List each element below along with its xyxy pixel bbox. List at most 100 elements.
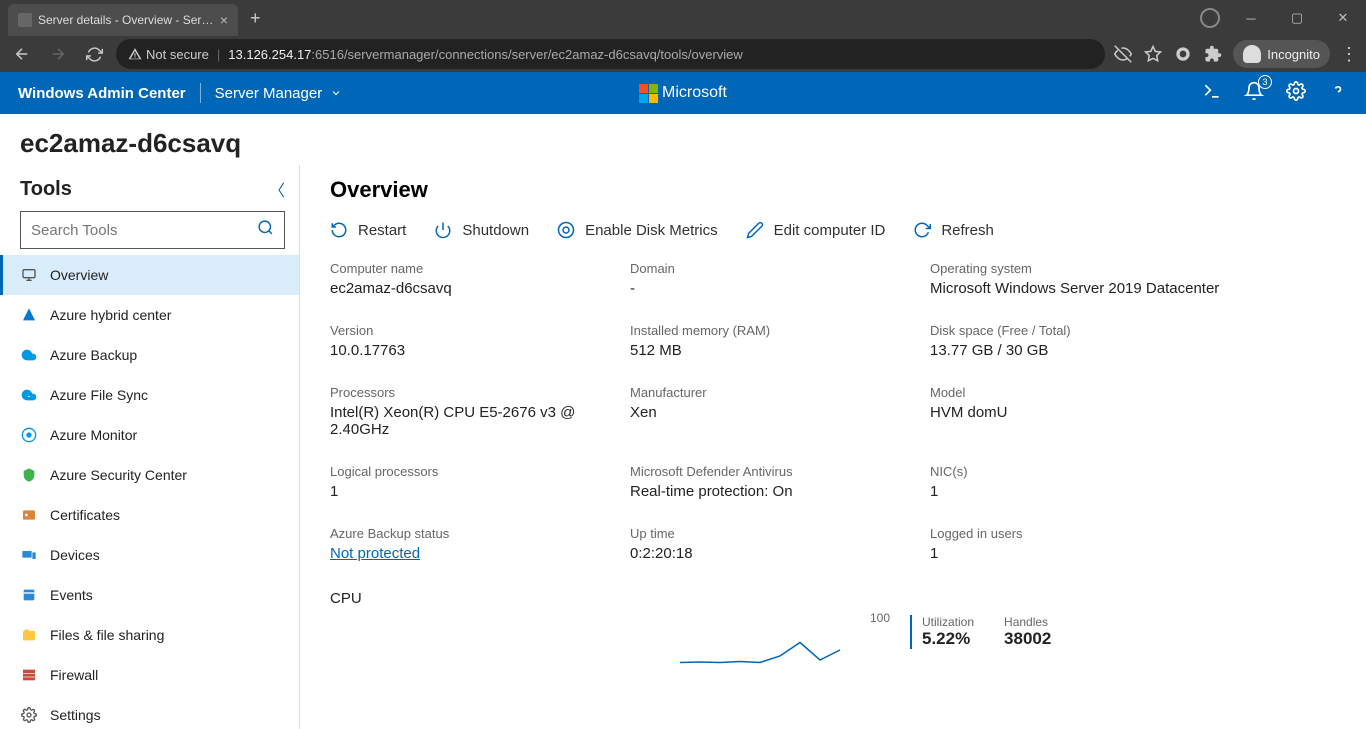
edit-icon xyxy=(746,221,764,239)
azure-backup-icon xyxy=(20,346,38,364)
powershell-button[interactable] xyxy=(1202,81,1222,105)
url-box[interactable]: Not secure | 13.126.254.17:6516/serverma… xyxy=(116,39,1105,69)
overview-icon xyxy=(20,266,38,284)
sidebar-item-events[interactable]: Events xyxy=(0,575,299,615)
info-value[interactable]: Not protected xyxy=(330,545,630,562)
refresh-button[interactable]: Refresh xyxy=(913,221,994,239)
search-tools-box[interactable] xyxy=(20,211,285,249)
help-button[interactable] xyxy=(1328,81,1348,105)
info-label: Azure Backup status xyxy=(330,526,630,541)
info-cell: ModelHVM domU xyxy=(930,385,1230,438)
sidebar-item-azure-backup[interactable]: Azure Backup xyxy=(0,335,299,375)
settings-button[interactable] xyxy=(1286,81,1306,105)
info-label: Logged in users xyxy=(930,526,1230,541)
browser-menu-button[interactable]: ⋮ xyxy=(1340,44,1358,65)
sidebar-item-devices[interactable]: Devices xyxy=(0,535,299,575)
notification-count: 3 xyxy=(1258,75,1272,89)
files-icon xyxy=(20,626,38,644)
info-cell: Logical processors1 xyxy=(330,464,630,500)
disk-metrics-icon xyxy=(557,221,575,239)
shutdown-button[interactable]: Shutdown xyxy=(434,221,529,239)
sidebar-item-overview[interactable]: Overview xyxy=(0,255,299,295)
main-content: Overview Restart Shutdown Enable Disk Me… xyxy=(300,165,1366,729)
info-value: HVM domU xyxy=(930,404,1230,421)
info-value: ec2amaz-d6csavq xyxy=(330,280,630,297)
sidebar-item-label: Overview xyxy=(50,267,108,283)
sidebar-item-label: Azure Monitor xyxy=(50,427,137,443)
address-bar: Not secure | 13.126.254.17:6516/serverma… xyxy=(0,36,1366,72)
not-secure-text: Not secure xyxy=(146,47,209,62)
sidebar-item-azure-hybrid[interactable]: Azure hybrid center xyxy=(0,295,299,335)
sidebar-item-label: Azure hybrid center xyxy=(50,307,171,323)
certificates-icon xyxy=(20,506,38,524)
info-value: Xen xyxy=(630,404,930,421)
browser-tab[interactable]: Server details - Overview - Serve × xyxy=(8,4,238,36)
info-cell: Installed memory (RAM) 512 MB xyxy=(630,323,930,359)
edit-computer-id-button[interactable]: Edit computer ID xyxy=(746,221,886,239)
not-secure-warning: Not secure xyxy=(128,47,209,62)
chevron-down-icon xyxy=(330,87,342,99)
info-value: 512 MB xyxy=(630,342,930,359)
warning-icon xyxy=(128,47,142,61)
tools-heading: Tools xyxy=(20,178,72,201)
settings-icon xyxy=(20,706,38,724)
cpu-chart: 100 xyxy=(330,615,890,665)
maximize-button[interactable]: ▢ xyxy=(1274,0,1320,36)
extension-s-icon[interactable] xyxy=(1173,44,1193,64)
eye-off-icon[interactable] xyxy=(1113,44,1133,64)
sidebar-item-azure-security[interactable]: Azure Security Center xyxy=(0,455,299,495)
search-tools-input[interactable] xyxy=(31,222,257,239)
info-value: Intel(R) Xeon(R) CPU E5-2676 v3 @ 2.40GH… xyxy=(330,404,630,438)
back-button[interactable] xyxy=(8,40,36,68)
info-value: 10.0.17763 xyxy=(330,342,630,359)
sidebar-item-label: Files & file sharing xyxy=(50,627,164,643)
info-value: 1 xyxy=(930,545,1230,562)
forward-button[interactable] xyxy=(44,40,72,68)
info-cell: NIC(s)1 xyxy=(930,464,1230,500)
microsoft-logo: Microsoft xyxy=(639,84,727,103)
tools-list[interactable]: OverviewAzure hybrid centerAzure BackupA… xyxy=(0,255,299,729)
extensions-icon[interactable] xyxy=(1203,44,1223,64)
info-value: - xyxy=(630,280,930,297)
notifications-button[interactable]: 3 xyxy=(1244,81,1264,105)
address-bar-right: Incognito ⋮ xyxy=(1113,40,1358,68)
ms-text: Microsoft xyxy=(662,84,727,102)
overview-heading: Overview xyxy=(330,177,1336,203)
close-window-button[interactable]: ✕ xyxy=(1320,0,1366,36)
sidebar-item-azure-monitor[interactable]: Azure Monitor xyxy=(0,415,299,455)
cpu-utilization-metric: Utilization 5.22% xyxy=(910,615,974,649)
sidebar-item-label: Certificates xyxy=(50,507,120,523)
sidebar: Tools 〈 Overview Azure hybrid center Azure… xyxy=(0,165,300,729)
context-switcher[interactable]: Server Manager xyxy=(215,85,343,102)
sidebar-item-firewall[interactable]: Firewall xyxy=(0,655,299,695)
azure-monitor-icon xyxy=(20,426,38,444)
sidebar-item-settings[interactable]: Settings xyxy=(0,695,299,729)
bookmark-star-icon[interactable] xyxy=(1143,44,1163,64)
sidebar-item-files[interactable]: Files & file sharing xyxy=(0,615,299,655)
info-label: Installed memory (RAM) xyxy=(630,323,930,338)
ms-logo-icon xyxy=(639,84,658,103)
sidebar-item-certificates[interactable]: Certificates xyxy=(0,495,299,535)
collapse-sidebar-button[interactable]: 〈 xyxy=(269,177,285,201)
wac-brand[interactable]: Windows Admin Center xyxy=(18,85,186,102)
sidebar-item-label: Azure Security Center xyxy=(50,467,187,483)
minimize-button[interactable]: ─ xyxy=(1228,0,1274,36)
close-tab-icon[interactable]: × xyxy=(220,12,228,28)
new-tab-button[interactable]: + xyxy=(238,8,273,29)
incognito-label: Incognito xyxy=(1267,47,1320,62)
info-label: Disk space (Free / Total) xyxy=(930,323,1230,338)
info-value: 13.77 GB / 30 GB xyxy=(930,342,1230,359)
info-value: 0:2:20:18 xyxy=(630,545,930,562)
wac-header: Windows Admin Center Server Manager Micr… xyxy=(0,72,1366,114)
sidebar-item-azure-filesync[interactable]: Azure File Sync xyxy=(0,375,299,415)
info-cell: Domain- xyxy=(630,261,930,297)
info-value: 1 xyxy=(330,483,630,500)
info-cell: ManufacturerXen xyxy=(630,385,930,438)
sidebar-item-label: Events xyxy=(50,587,93,603)
refresh-icon xyxy=(913,221,931,239)
restart-button[interactable]: Restart xyxy=(330,221,406,239)
enable-disk-metrics-button[interactable]: Enable Disk Metrics xyxy=(557,221,718,239)
reload-button[interactable] xyxy=(80,40,108,68)
incognito-badge[interactable]: Incognito xyxy=(1233,40,1330,68)
events-icon xyxy=(20,586,38,604)
